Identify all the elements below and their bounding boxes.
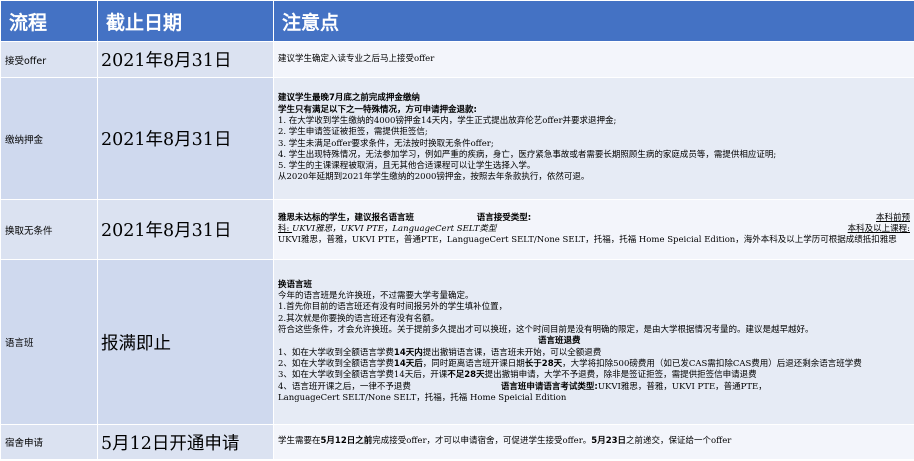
process-table: 流程 截止日期 注意点 接受offer 2021年8月31日 建议学生确定入读专…	[0, 0, 914, 460]
notes-deposit: 建议学生最晚7月底之前完成押金缴纳 学生只有满足以下之一特殊情况，方可申请押金退…	[273, 77, 914, 200]
table-row: 宿舍申请 5月12日开通申请 学生需要在5月12日之前完成接受offer，才可以…	[0, 424, 914, 460]
table-row: 语言班 报满即止 换语言班 今年的语言班是允许换班，不过需要大学考量确定。 1.…	[0, 259, 914, 425]
deadline-language-class: 报满即止	[97, 259, 274, 425]
deadline-deposit: 2021年8月31日	[97, 77, 274, 200]
deadline-accept-offer: 2021年8月31日	[97, 41, 274, 78]
table-row: 缴纳押金 2021年8月31日 建议学生最晚7月底之前完成押金缴纳 学生只有满足…	[0, 77, 914, 200]
step-language-class: 语言班	[0, 259, 98, 425]
notes-accept-offer: 建议学生确定入读专业之后马上接受offer	[273, 41, 914, 78]
step-deposit: 缴纳押金	[0, 77, 98, 200]
deadline-unconditional: 2021年8月31日	[97, 199, 274, 260]
header-process: 流程	[0, 0, 98, 42]
notes-accommodation: 学生需要在5月12日之前完成接受offer，才可以申请宿舍，可促进学生接受off…	[273, 424, 914, 460]
deadline-accommodation: 5月12日开通申请	[97, 424, 274, 460]
notes-unconditional: 雅思未达标的学生，建议报名语言班 语言接受类型: 本科前预 科: UKVI雅思，…	[273, 199, 914, 260]
step-accept-offer: 接受offer	[0, 41, 98, 78]
step-accommodation: 宿舍申请	[0, 424, 98, 460]
notes-language-class: 换语言班 今年的语言班是允许换班，不过需要大学考量确定。 1.首先你目前的语言班…	[273, 259, 914, 425]
table-row: 接受offer 2021年8月31日 建议学生确定入读专业之后马上接受offer	[0, 41, 914, 78]
step-unconditional: 换取无条件	[0, 199, 98, 260]
header-deadline: 截止日期	[97, 0, 274, 42]
header-row: 流程 截止日期 注意点	[0, 0, 914, 42]
header-notes: 注意点	[273, 0, 914, 42]
table-row: 换取无条件 2021年8月31日 雅思未达标的学生，建议报名语言班 语言接受类型…	[0, 199, 914, 260]
